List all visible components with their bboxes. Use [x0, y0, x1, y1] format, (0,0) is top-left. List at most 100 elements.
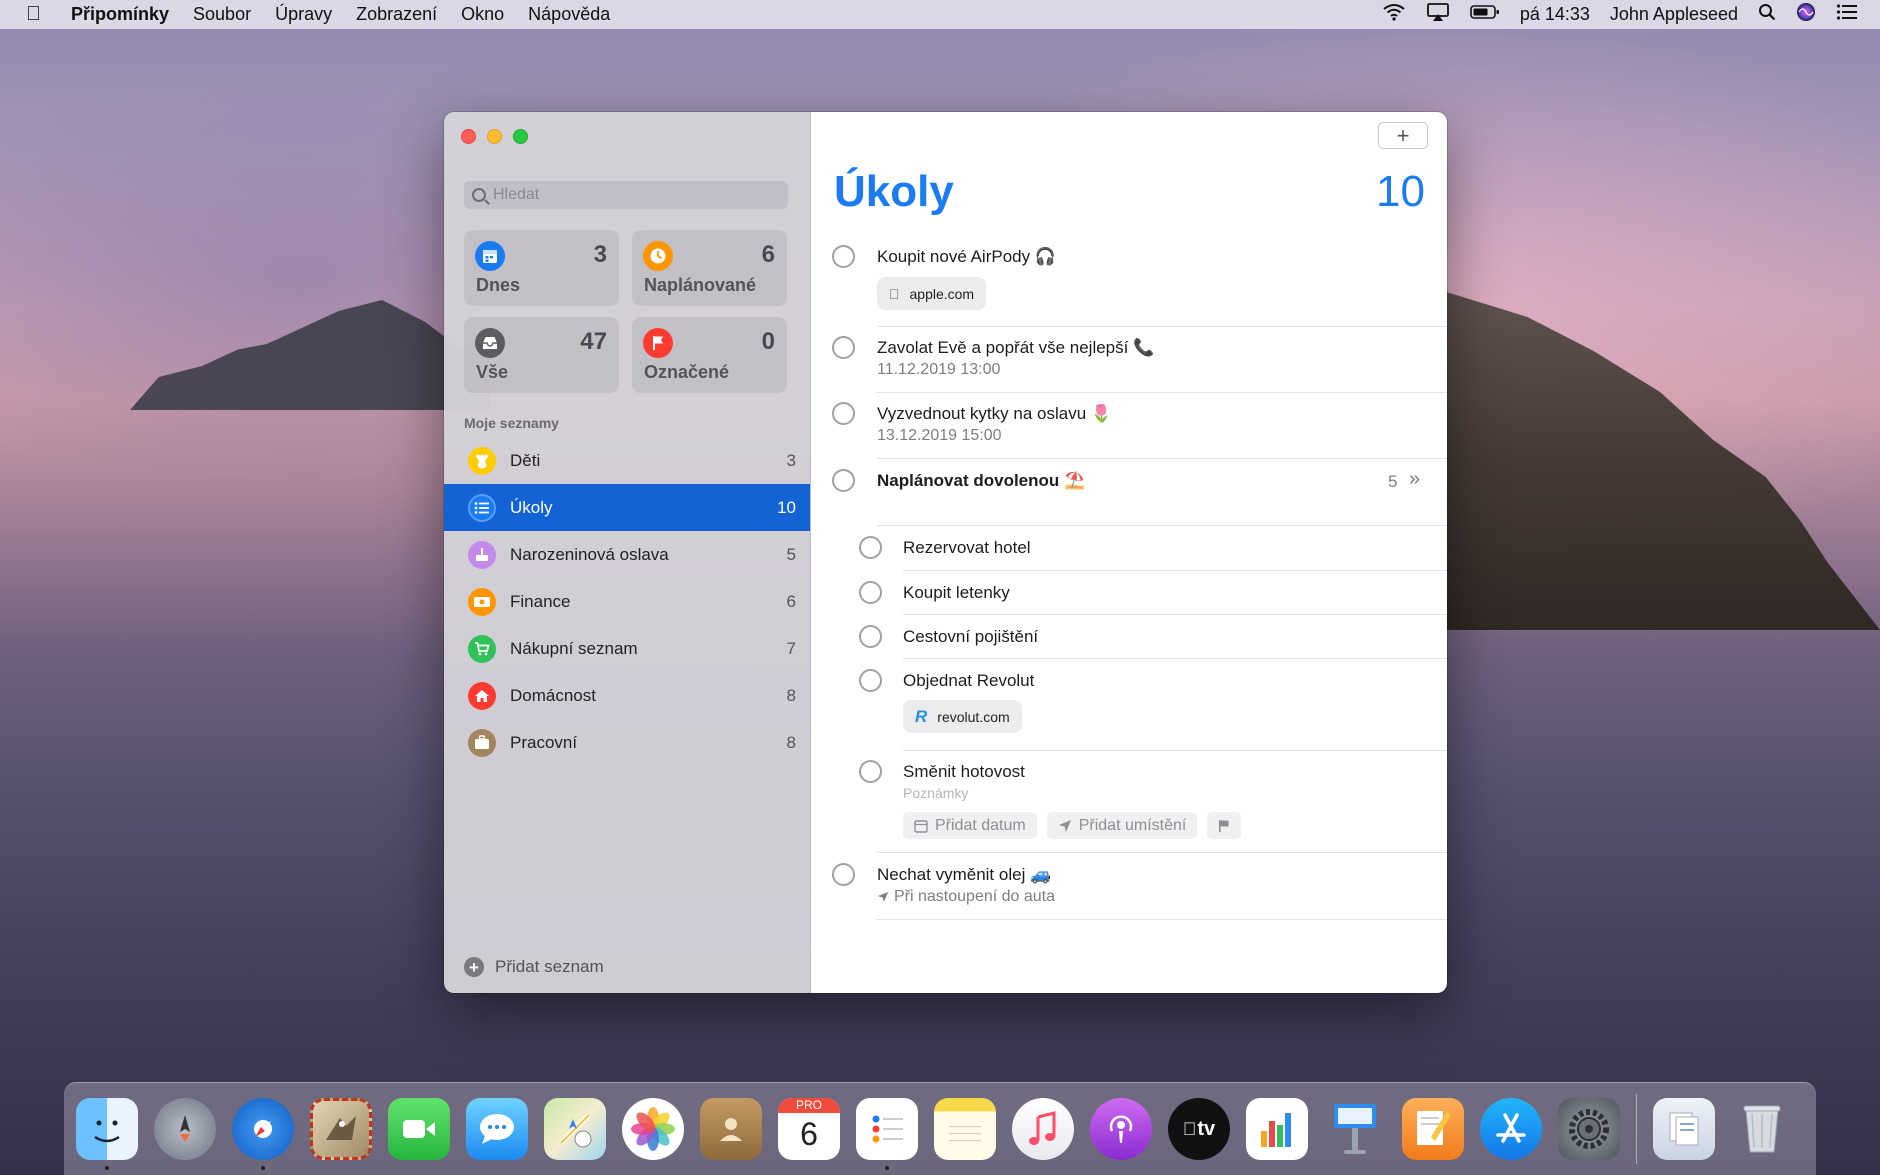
expand-subtasks-chevron-icon[interactable]: »: [1409, 468, 1420, 491]
divider: [877, 392, 1447, 393]
flag-button[interactable]: [1207, 812, 1242, 839]
wifi-icon[interactable]: [1382, 3, 1406, 26]
menu-soubor[interactable]: Soubor: [193, 4, 251, 25]
menu-zobrazeni[interactable]: Zobrazení: [356, 4, 437, 25]
link-chip[interactable]:  apple.com: [877, 277, 987, 310]
reminder-checkbox[interactable]: [859, 669, 882, 692]
reminder-checkbox[interactable]: [832, 469, 855, 492]
menu-user[interactable]: John Appleseed: [1610, 4, 1738, 25]
calendar-icon: [475, 241, 505, 271]
reminder-checkbox[interactable]: [832, 336, 855, 359]
divider: [877, 326, 1447, 327]
sidebar-item-nakupni-seznam[interactable]: Nákupní seznam 7: [444, 625, 810, 672]
revolut-logo-icon: R: [915, 706, 928, 726]
link-chip-label: revolut.com: [937, 708, 1010, 725]
reminder-title[interactable]: Nechat vyměnit olej 🚙: [877, 865, 1051, 885]
reminder-title[interactable]: Zavolat Evě a popřát vše nejlepší 📞: [877, 338, 1154, 358]
contacts-icon[interactable]: [700, 1098, 762, 1160]
airplay-icon[interactable]: [1426, 2, 1450, 27]
smart-list-label: Vše: [476, 362, 509, 382]
pages-icon[interactable]: [1402, 1098, 1464, 1160]
apple-menu-icon[interactable]: : [26, 3, 41, 26]
facetime-icon[interactable]: [388, 1098, 450, 1160]
reminder-checkbox[interactable]: [832, 863, 855, 886]
keynote-icon[interactable]: [1324, 1098, 1386, 1160]
sidebar-item-ukoly[interactable]: Úkoly 10: [444, 484, 810, 531]
reminder-checkbox[interactable]: [832, 402, 855, 425]
menu-upravy[interactable]: Úpravy: [275, 4, 332, 25]
reminder-title[interactable]: Naplánovat dovolenou ⛱️: [877, 471, 1085, 491]
add-date-button[interactable]: Přidat datum: [903, 812, 1037, 839]
add-location-button[interactable]: Přidat umístění: [1046, 812, 1198, 839]
close-window-button[interactable]: [461, 129, 476, 144]
list-count: 10: [777, 497, 796, 517]
reminder-title[interactable]: Rezervovat hotel: [903, 538, 1031, 558]
add-list-button[interactable]: + Přidat seznam: [464, 957, 604, 977]
finder-icon[interactable]: [76, 1098, 138, 1170]
app-menu[interactable]: Připomínky: [71, 4, 169, 25]
link-chip[interactable]: R revolut.com: [903, 700, 1022, 733]
zoom-window-button[interactable]: [513, 129, 528, 144]
menu-napoveda[interactable]: Nápověda: [528, 4, 610, 25]
list-name: Narozeninová oslava: [510, 544, 669, 564]
downloads-icon[interactable]: [1653, 1098, 1715, 1160]
reminder-title[interactable]: Koupit nové AirPody 🎧: [877, 247, 1056, 267]
list-count: 8: [786, 685, 796, 705]
reminder-checkbox[interactable]: [859, 760, 882, 783]
podcasts-icon[interactable]: [1090, 1098, 1152, 1160]
reminder-checkbox[interactable]: [859, 536, 882, 559]
sidebar-item-domacnost[interactable]: Domácnost 8: [444, 672, 810, 719]
smart-list-today[interactable]: 3 Dnes: [464, 230, 619, 306]
add-reminder-button[interactable]: +: [1378, 122, 1428, 149]
sidebar-item-deti[interactable]: Děti 3: [444, 437, 810, 484]
spotlight-search-icon[interactable]: [1758, 3, 1776, 26]
photos-icon[interactable]: [622, 1098, 684, 1160]
system-preferences-icon[interactable]: [1558, 1098, 1620, 1160]
search-input[interactable]: Hledat: [464, 181, 788, 209]
sidebar-item-finance[interactable]: Finance 6: [444, 578, 810, 625]
cart-icon: [468, 634, 496, 663]
smart-list-all[interactable]: 47 Vše: [464, 317, 619, 393]
reminder-checkbox[interactable]: [859, 625, 882, 648]
reminder-title[interactable]: Vyzvednout kytky na oslavu 🌷: [877, 404, 1112, 424]
smart-list-scheduled[interactable]: 6 Naplánované: [632, 230, 787, 306]
trash-icon[interactable]: [1731, 1098, 1793, 1160]
sidebar-item-narozeninova-oslava[interactable]: Narozeninová oslava 5: [444, 531, 810, 578]
reminder-checkbox[interactable]: [832, 245, 855, 268]
reminder-title[interactable]: Objednat Revolut: [903, 671, 1034, 691]
mail-icon[interactable]: [310, 1098, 372, 1160]
reminder-title[interactable]: Cestovní pojištění: [903, 627, 1038, 647]
minimize-window-button[interactable]: [487, 129, 502, 144]
divider: [903, 570, 1447, 571]
music-icon[interactable]: [1012, 1098, 1074, 1160]
numbers-icon[interactable]: [1246, 1098, 1308, 1160]
reminder-title[interactable]: Koupit letenky: [903, 583, 1010, 603]
notification-center-icon[interactable]: [1836, 3, 1858, 26]
launchpad-icon[interactable]: [154, 1098, 216, 1160]
sidebar-item-pracovni[interactable]: Pracovní 8: [444, 719, 810, 766]
calendar-small-icon: [914, 819, 928, 833]
flag-icon: [1219, 819, 1229, 832]
safari-icon[interactable]: [232, 1098, 294, 1170]
smart-list-count: 0: [761, 328, 775, 355]
siri-icon[interactable]: [1796, 2, 1816, 27]
smart-list-label: Označené: [644, 362, 730, 382]
reminder-checkbox[interactable]: [859, 581, 882, 604]
menu-okno[interactable]: Okno: [461, 4, 504, 25]
menu-clock[interactable]: pá 14:33: [1520, 4, 1590, 25]
cake-icon: [468, 540, 496, 569]
add-list-label: Přidat seznam: [495, 957, 604, 976]
reminders-icon[interactable]: [856, 1098, 918, 1170]
battery-icon[interactable]: [1470, 4, 1500, 25]
reminder-title[interactable]: Směnit hotovost: [903, 762, 1025, 782]
location-arrow-icon: [877, 891, 889, 903]
app-store-icon[interactable]: [1480, 1098, 1542, 1160]
sidebar: Hledat 3 Dnes 6 Naplánované 47 Vše 0 Ozn…: [444, 112, 811, 993]
calendar-icon[interactable]: PRO 6: [778, 1098, 840, 1160]
notes-field[interactable]: Poznámky: [903, 785, 968, 801]
tv-icon[interactable]: tv: [1168, 1098, 1230, 1160]
messages-icon[interactable]: [466, 1098, 528, 1160]
smart-list-flagged[interactable]: 0 Označené: [632, 317, 787, 393]
maps-icon[interactable]: [544, 1098, 606, 1160]
notes-icon[interactable]: [934, 1098, 996, 1160]
